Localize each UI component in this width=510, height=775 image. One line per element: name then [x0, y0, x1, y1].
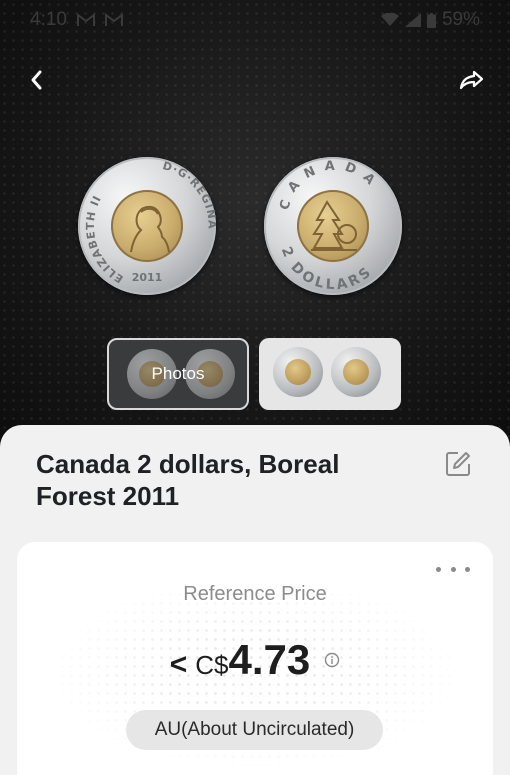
info-icon[interactable] [324, 652, 340, 668]
back-button[interactable] [18, 62, 54, 98]
price-amount: 4.73 [228, 636, 311, 683]
coin-title: Canada 2 dollars, Boreal Forest 2011 [36, 449, 340, 511]
status-bar: 4:10 59% [0, 0, 510, 40]
photos-label: Photos [151, 364, 205, 383]
svg-text:2 DOLLARS: 2 DOLLARS [278, 245, 376, 294]
coin-legend-right: D·G·REGINA [161, 159, 216, 230]
coin-reverse-image[interactable]: CANADA 2 DOLLARS [264, 157, 402, 295]
edit-button[interactable] [444, 450, 472, 478]
photos-thumbnail[interactable]: Photos [107, 338, 249, 410]
svg-text:ELIZABETH II: ELIZABETH II [84, 193, 126, 286]
signal-icon [404, 13, 421, 27]
battery-level: 59% [441, 9, 480, 30]
status-time: 4:10 [30, 9, 67, 30]
coin-year: 2011 [132, 271, 163, 284]
reference-price-label: Reference Price [183, 583, 327, 605]
coin-legend-bottom: 2 DOLLARS [278, 245, 373, 294]
price-prefix: < [169, 648, 188, 681]
share-arrow-icon [459, 70, 484, 90]
price-value: < C$4.73 [0, 636, 510, 684]
thumbnail-coin [273, 347, 323, 397]
coin-obverse-image[interactable]: ELIZABETH II D·G·REGINA 2011 [78, 157, 216, 295]
edit-icon [446, 452, 470, 476]
grade-badge[interactable]: AU(About Uncirculated) [126, 710, 383, 750]
price-currency: C$ [195, 650, 229, 680]
svg-text:CANADA: CANADA [277, 159, 384, 212]
chevron-left-icon [31, 70, 42, 90]
svg-text:D·G·REGINA: D·G·REGINA [161, 159, 216, 230]
reference-thumbnail[interactable] [259, 338, 401, 410]
coin-legend-top: CANADA [277, 159, 375, 212]
more-dots-icon[interactable] [436, 558, 470, 580]
coin-image-area [0, 0, 510, 450]
share-button[interactable] [454, 62, 490, 98]
thumbnail-coin [331, 347, 381, 397]
battery-icon [426, 12, 436, 28]
gmail-icon [104, 13, 123, 26]
gmail-icon [76, 13, 95, 26]
wifi-icon [380, 13, 399, 26]
coin-legend-left: ELIZABETH II [84, 193, 125, 286]
